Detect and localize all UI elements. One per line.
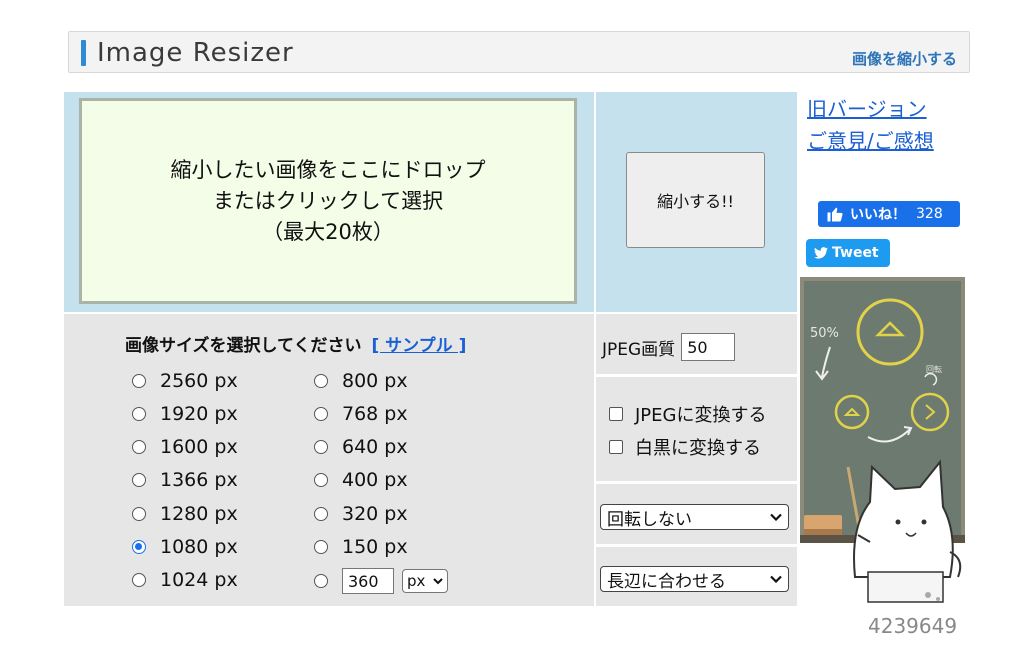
- radio-icon: [314, 374, 328, 388]
- size-option-label: 1024 px: [160, 569, 238, 591]
- size-option-400[interactable]: 400 px: [314, 469, 408, 491]
- radio-icon: [314, 440, 328, 454]
- tweet-label: Tweet: [832, 245, 879, 261]
- size-option-1920[interactable]: 1920 px: [132, 403, 238, 425]
- size-heading: 画像サイズを選択してください [ サンプル ]: [125, 331, 466, 356]
- jpeg-quality-label: JPEG画質: [602, 339, 676, 360]
- size-option-label: 150 px: [342, 536, 408, 558]
- rotate-select-value: 回転しない: [607, 509, 692, 530]
- like-button[interactable]: いいね！ 328: [818, 201, 960, 227]
- header-accent-bar: [81, 40, 86, 66]
- rotate-select[interactable]: 回転しない: [600, 504, 789, 530]
- checkbox-icon: [609, 407, 623, 421]
- convert-jpeg-checkbox[interactable]: JPEGに変換する: [609, 401, 766, 427]
- radio-icon: [132, 473, 146, 487]
- board-rotate-text: 回転: [926, 365, 942, 374]
- size-panel: [64, 314, 594, 606]
- convert-jpeg-label: JPEGに変換する: [635, 405, 767, 426]
- radio-icon: [314, 473, 328, 487]
- size-option-640[interactable]: 640 px: [314, 436, 408, 458]
- fit-select[interactable]: 長辺に合わせる: [600, 566, 789, 592]
- radio-icon: [314, 507, 328, 521]
- radio-icon: [314, 407, 328, 421]
- chevron-down-icon: [770, 575, 782, 583]
- size-option-custom[interactable]: 360 px: [314, 568, 448, 594]
- radio-icon: [132, 374, 146, 388]
- custom-unit-value: px: [407, 572, 426, 590]
- chevron-down-icon: [770, 513, 782, 521]
- header-bar: Image Resizer 画像を縮小する: [68, 31, 970, 73]
- convert-panel: [596, 377, 797, 481]
- size-heading-label: 画像サイズを選択してください: [125, 336, 362, 356]
- size-option-label: 1600 px: [160, 436, 238, 458]
- size-option-label: 2560 px: [160, 370, 238, 392]
- radio-icon: [132, 507, 146, 521]
- jpeg-quality-input[interactable]: 50: [681, 333, 736, 361]
- size-option-1024[interactable]: 1024 px: [132, 569, 238, 591]
- size-option-1600[interactable]: 1600 px: [132, 436, 238, 458]
- size-option-150[interactable]: 150 px: [314, 536, 408, 558]
- size-option-label: 400 px: [342, 469, 408, 491]
- size-option-label: 320 px: [342, 503, 408, 525]
- size-option-1366[interactable]: 1366 px: [132, 469, 238, 491]
- size-option-label: 1080 px: [160, 536, 238, 558]
- size-option-label: 1366 px: [160, 469, 238, 491]
- side-links: 旧バージョン ご意見/ご感想: [807, 96, 934, 160]
- cat-legs: [867, 571, 944, 603]
- size-option-label: 800 px: [342, 370, 408, 392]
- visit-counter: 4239649: [868, 614, 958, 638]
- grayscale-checkbox[interactable]: 白黒に変換する: [609, 434, 761, 460]
- radio-icon: [132, 573, 146, 587]
- grayscale-label: 白黒に変換する: [635, 438, 761, 459]
- shrink-button[interactable]: 縮小する!!: [626, 152, 765, 248]
- page-title: Image Resizer: [97, 38, 294, 68]
- size-option-320[interactable]: 320 px: [314, 503, 408, 525]
- page-subtitle: 画像を縮小する: [851, 50, 957, 68]
- board-percent-text: 50%: [810, 326, 839, 341]
- sample-link[interactable]: [ サンプル ]: [371, 336, 466, 356]
- size-option-1280[interactable]: 1280 px: [132, 503, 238, 525]
- radio-icon: [314, 574, 328, 588]
- bird-icon: [814, 247, 828, 259]
- size-option-800[interactable]: 800 px: [314, 370, 408, 392]
- jpeg-quality-row: JPEG画質 50: [602, 333, 736, 361]
- like-count: 328: [916, 206, 943, 222]
- radio-icon: [132, 440, 146, 454]
- size-option-label: 640 px: [342, 436, 408, 458]
- radio-checked-icon: [132, 540, 146, 554]
- size-option-label: 768 px: [342, 403, 408, 425]
- size-option-label: 1280 px: [160, 503, 238, 525]
- thumbs-up-icon: [827, 207, 843, 222]
- drop-instruction-2: またはクリックして選択: [212, 188, 444, 213]
- custom-size-input[interactable]: 360: [342, 568, 394, 594]
- size-option-1080[interactable]: 1080 px: [132, 536, 238, 558]
- drop-instruction-1: 縮小したい画像をここにドロップ: [170, 157, 486, 182]
- size-option-768[interactable]: 768 px: [314, 403, 408, 425]
- radio-icon: [314, 540, 328, 554]
- feedback-link[interactable]: ご意見/ご感想: [807, 128, 934, 154]
- size-option-label: 1920 px: [160, 403, 238, 425]
- cat-chalkboard-illustration: 50% 回転: [800, 277, 965, 603]
- custom-unit-select[interactable]: px: [402, 569, 448, 593]
- checkbox-icon: [609, 440, 623, 454]
- tweet-button[interactable]: Tweet: [806, 239, 890, 267]
- image-drop-zone[interactable]: 縮小したい画像をここにドロップ またはクリックして選択 （最大20枚）: [79, 98, 577, 304]
- old-version-link[interactable]: 旧バージョン: [807, 96, 934, 122]
- drop-instruction-3: （最大20枚）: [262, 219, 394, 244]
- fit-select-value: 長辺に合わせる: [607, 571, 726, 592]
- radio-icon: [132, 407, 146, 421]
- size-option-2560[interactable]: 2560 px: [132, 370, 238, 392]
- chevron-down-icon: [433, 578, 443, 585]
- like-label: いいね！: [850, 207, 906, 223]
